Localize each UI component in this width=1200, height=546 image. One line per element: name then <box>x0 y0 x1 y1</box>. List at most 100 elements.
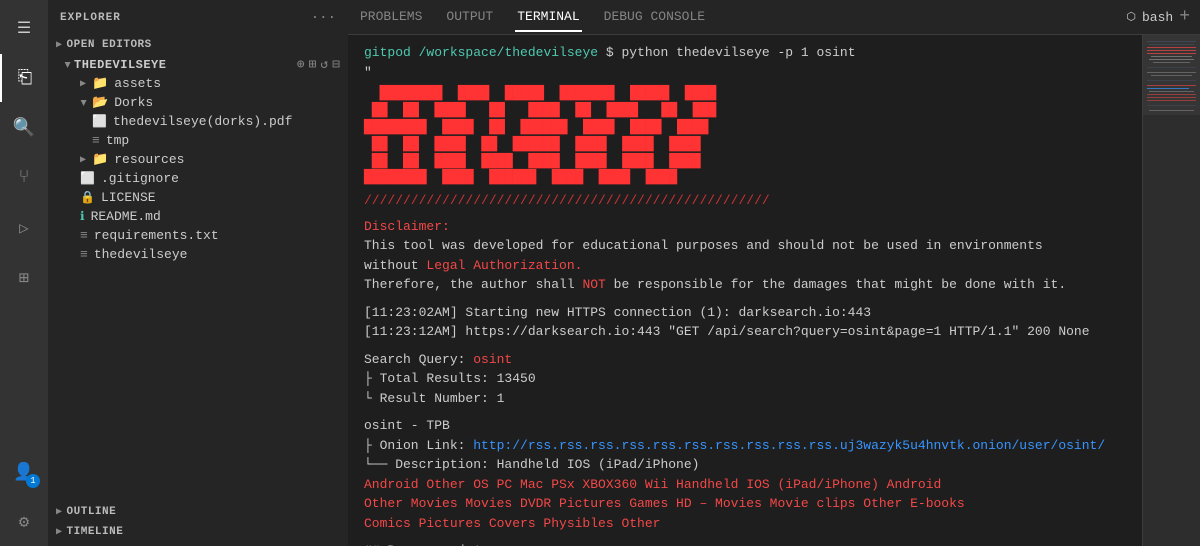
tabs-bar: PROBLEMS OUTPUT TERMINAL DEBUG CONSOLE ⬡… <box>348 0 1200 35</box>
outline-section[interactable]: ▶ OUTLINE <box>48 502 348 522</box>
file-item-gitignore[interactable]: ⬜ .gitignore <box>48 169 348 188</box>
desc-value: Handheld IOS (iPad/iPhone) <box>497 457 700 472</box>
term-search-query: Search Query: osint <box>364 350 1184 370</box>
term-tags2: Other Movies Movies DVDR Pictures Games … <box>364 494 1184 514</box>
term-result-number: └ Result Number: 1 <box>364 389 1184 409</box>
line3-not: NOT <box>582 277 605 292</box>
file-item-license[interactable]: 🔒 LICENSE <box>48 188 348 207</box>
project-section-header[interactable]: ▶ THEDEVILSEYE ⊕ ⊞ ↺ ⊟ <box>48 55 348 74</box>
file-item-assets[interactable]: ▶ 📁 assets <box>48 74 348 93</box>
project-name: THEDEVILSEYE <box>74 58 166 72</box>
search-icon[interactable]: 🔍 <box>0 104 48 152</box>
file-item-thedevilseye[interactable]: ≡ thedevilseye <box>48 245 348 264</box>
folder-icon-assets: 📁 <box>92 76 108 91</box>
terminal-content[interactable]: gitpod /workspace/thedevilseye $ python … <box>348 35 1200 546</box>
source-control-icon[interactable]: ⑂ <box>0 154 48 202</box>
content-area: PROBLEMS OUTPUT TERMINAL DEBUG CONSOLE ⬡… <box>348 0 1200 546</box>
folder-arrow-dorks: ▶ <box>77 99 89 105</box>
tab-output[interactable]: OUTPUT <box>444 3 495 32</box>
label-requirements: requirements.txt <box>94 228 219 243</box>
outline-label: OUTLINE <box>67 506 117 518</box>
term-logo: ████████ ████ █████ ███████ █████ ████ █… <box>364 86 1184 187</box>
tags-line2: Other Movies Movies DVDR Pictures Games … <box>364 496 965 511</box>
term-onion-link: ├ Onion Link: http://rss.rss.rss.rss.rss… <box>364 436 1184 456</box>
log1-text: [11:23:02AM] Starting new HTTPS connecti… <box>364 305 871 320</box>
disclaimer-label: Disclaimer: <box>364 219 450 234</box>
sidebar-bottom: ▶ OUTLINE ▶ TIMELINE <box>48 490 348 546</box>
timeline-label: TIMELINE <box>67 526 124 538</box>
new-file-icon[interactable]: ⊕ <box>297 57 305 72</box>
pipe-onion: ├ Onion Link: <box>364 438 473 453</box>
term-line2: without Legal Authorization. <box>364 256 1184 276</box>
folder-arrow-resources: ▶ <box>80 154 86 166</box>
term-prompt-gitpod: gitpod <box>364 45 411 60</box>
term-total-results: ├ Total Results: 13450 <box>364 369 1184 389</box>
label-resources: resources <box>114 152 184 167</box>
term-log2: [11:23:12AM] https://darksearch.io:443 "… <box>364 322 1184 342</box>
result-title-text: osint - TPB <box>364 418 450 433</box>
settings-icon[interactable]: ⚙ <box>0 498 48 546</box>
minimap <box>1142 35 1200 546</box>
open-editors-arrow: ▶ <box>56 39 63 51</box>
term-prompt-dir: /workspace/thedevilseye <box>419 45 598 60</box>
open-editors-label: OPEN Editors <box>67 39 152 51</box>
sidebar-action-dots[interactable]: ··· <box>311 10 336 26</box>
extensions-icon[interactable]: ⊞ <box>0 254 48 302</box>
explorer-title: EXPLORER <box>60 12 121 24</box>
terminal-prompt-line: gitpod /workspace/thedevilseye $ python … <box>364 43 1184 63</box>
term-quote: " <box>364 65 372 80</box>
search-query-label: Search Query: <box>364 352 473 367</box>
info-icon: ℹ <box>80 209 85 224</box>
collapse-icon[interactable]: ⊟ <box>332 57 340 72</box>
new-folder-icon[interactable]: ⊞ <box>309 57 317 72</box>
line3-before: Therefore, the author shall <box>364 277 582 292</box>
file-item-pdf[interactable]: ⬜ thedevilseye(dorks).pdf <box>48 112 348 131</box>
text-icon-main: ≡ <box>80 247 88 262</box>
label-assets: assets <box>114 76 161 91</box>
pipe-2: └ Result Number: <box>364 391 497 406</box>
log2-text: [11:23:12AM] https://darksearch.io:443 "… <box>364 324 1090 339</box>
account-icon[interactable]: 👤 <box>0 448 48 496</box>
tab-terminal[interactable]: TERMINAL <box>515 3 581 32</box>
term-disclaimer-header: Disclaimer: <box>364 217 1184 237</box>
label-gitignore: .gitignore <box>101 171 179 186</box>
term-line3: Therefore, the author shall NOT be respo… <box>364 275 1184 295</box>
label-license: LICENSE <box>101 190 156 205</box>
pipe-1: ├ Total Results: <box>364 371 497 386</box>
explorer-icon[interactable]: ⎗ <box>0 54 48 102</box>
timeline-section[interactable]: ▶ TIMELINE <box>48 522 348 542</box>
term-prompt-cmd: $ python thedevilseye -p 1 osint <box>606 45 856 60</box>
file-item-readme[interactable]: ℹ README.md <box>48 207 348 226</box>
run-icon[interactable]: ▷ <box>0 204 48 252</box>
label-thedevilseye: thedevilseye <box>94 247 188 262</box>
git-icon: ⬜ <box>80 171 95 186</box>
tab-debug-console[interactable]: DEBUG CONSOLE <box>602 3 707 32</box>
label-tmp: tmp <box>106 133 129 148</box>
search-query-value: osint <box>473 352 512 367</box>
tags-line1: Android Other OS PC Mac PSx XBOX360 Wii … <box>364 477 941 492</box>
result-number-value: 1 <box>497 391 505 406</box>
bash-indicator: ⬡ bash + <box>1126 7 1190 27</box>
new-terminal-button[interactable]: + <box>1179 7 1190 27</box>
file-item-resources[interactable]: ▶ 📁 resources <box>48 150 348 169</box>
term-browse: ## Browse osint <box>364 541 1184 546</box>
term-slashes: ////////////////////////////////////////… <box>364 191 1184 211</box>
line3-after: be responsible for the damages that migh… <box>606 277 1066 292</box>
onion-url[interactable]: http://rss.rss.rss.rss.rss.rss.rss.rss.r… <box>473 438 1105 453</box>
file-item-tmp[interactable]: ≡ tmp <box>48 131 348 150</box>
open-editors-section[interactable]: ▶ OPEN Editors <box>48 35 348 55</box>
folder-icon-dorks: 📂 <box>92 95 108 110</box>
file-item-dorks[interactable]: ▶ 📂 Dorks <box>48 93 348 112</box>
term-description: └── Description: Handheld IOS (iPad/iPho… <box>364 455 1184 475</box>
menu-icon[interactable]: ☰ <box>0 4 48 52</box>
bash-label: bash <box>1142 10 1173 25</box>
line2-link: Legal Authorization. <box>426 258 582 273</box>
tab-problems[interactable]: PROBLEMS <box>358 3 424 32</box>
pipe-desc: └── Description: <box>364 457 497 472</box>
text-icon-tmp: ≡ <box>92 133 100 148</box>
refresh-icon[interactable]: ↺ <box>320 57 328 72</box>
project-arrow: ▶ <box>61 61 73 67</box>
timeline-arrow: ▶ <box>56 526 63 538</box>
term-tags1: Android Other OS PC Mac PSx XBOX360 Wii … <box>364 475 1184 495</box>
file-item-requirements[interactable]: ≡ requirements.txt <box>48 226 348 245</box>
